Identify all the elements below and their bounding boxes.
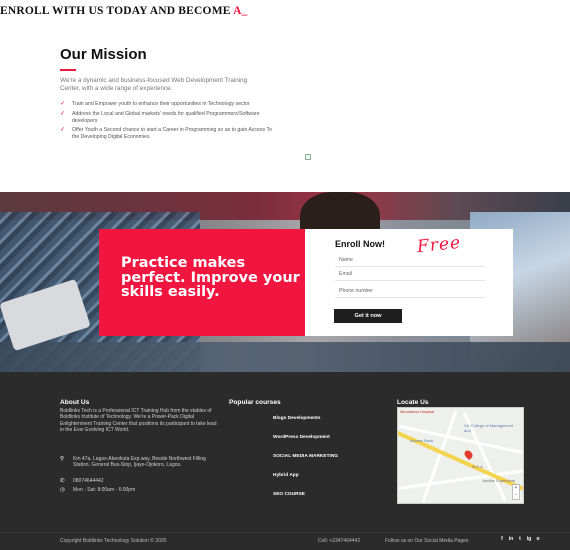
cell-text: Cell: +2347464442 (318, 538, 361, 544)
map-pin-icon (462, 448, 475, 461)
mission-title-underline (60, 69, 76, 71)
map-label: M.E.A (472, 464, 483, 469)
linkedin-icon[interactable]: in (508, 536, 514, 543)
phone-field[interactable]: Phone number (335, 286, 485, 298)
instagram-icon[interactable]: ig (526, 536, 532, 543)
course-link[interactable]: Hybrid App (273, 473, 299, 478)
practice-banner: Practice makes perfect. Improve your ski… (99, 229, 312, 336)
follow-text: Follow us on Our Social Media Pages (385, 538, 469, 544)
social-links: f in t ig o (499, 536, 541, 543)
phone-text: 08074644442 (73, 478, 104, 484)
phone-icon: ✆ (60, 478, 65, 484)
enroll-marquee: ENROLL WITH US TODAY AND BECOME A_ (0, 3, 570, 21)
about-us-heading: About Us (60, 399, 90, 406)
mission-section: Our Mission We're a dynamic and business… (60, 46, 280, 144)
course-link[interactable]: WordPress Development (273, 435, 330, 440)
clock-icon: ◷ (60, 487, 65, 493)
course-link[interactable]: SOCIAL MEDIA MARKETING (273, 454, 338, 459)
mission-intro: We're a dynamic and business-focused Web… (60, 77, 248, 92)
contact-phone[interactable]: ✆ 08074644442 (60, 478, 220, 484)
facebook-icon[interactable]: f (499, 536, 505, 543)
check-icon: ✓ (60, 127, 66, 134)
map-label: Jamilat Superstore (482, 478, 516, 483)
about-us-text: Boldlinks Tech is a Professional ICT Tra… (60, 408, 217, 434)
map-label: Vic College of Management and (464, 423, 514, 433)
marquee-accent-text: A_ (233, 5, 248, 17)
mission-list: ✓ Train and Empower youth to enhance thei… (60, 101, 280, 141)
check-icon: ✓ (60, 101, 66, 107)
enroll-form: Enroll Now! Free Name Email Phone number… (305, 229, 513, 336)
contact-address: ⚲ Km 47a, Lagos-Abeokuta Exp.way, Beside … (60, 456, 220, 469)
broken-image-icon (305, 154, 311, 160)
other-social-icon[interactable]: o (535, 536, 541, 543)
email-field[interactable]: Email (335, 269, 485, 281)
map-label: Access Bank (410, 438, 434, 443)
map-label: Mimaduna Hospital (400, 409, 435, 414)
address-text: Km 47a, Lagos-Abeokuta Exp.way, Beside N… (73, 456, 206, 469)
contact-hours: ◷ Mon - Sat: 8:00am - 6:00pm (60, 487, 220, 493)
course-link[interactable]: SEO COURSE (273, 492, 305, 497)
location-pin-icon: ⚲ (60, 456, 65, 462)
free-label: Free (416, 232, 462, 258)
mission-item-text: Train and Empower youth to enhance their… (72, 101, 250, 107)
get-it-now-button[interactable]: Get it now (334, 309, 402, 323)
mission-item-text: Address the Local and Global markets' ne… (72, 110, 260, 124)
mission-item: ✓ Offer Youth a Second chance to start a … (60, 127, 280, 141)
course-link[interactable]: Blogs Developments (273, 416, 320, 421)
hero-photo-bottom (0, 342, 570, 372)
copyright-text: Copyright Boldlinks Technology Solution … (60, 538, 167, 544)
mission-title: Our Mission (60, 46, 147, 63)
map-zoom-control[interactable]: + − (512, 484, 520, 500)
marquee-main-text: ENROLL WITH US TODAY AND BECOME (0, 5, 234, 17)
name-field[interactable]: Name (335, 255, 485, 267)
popular-courses-heading: Popular courses (229, 399, 281, 406)
footer-divider (0, 532, 570, 533)
mission-item: ✓ Train and Empower youth to enhance thei… (60, 101, 280, 108)
twitter-icon[interactable]: t (517, 536, 523, 543)
marquee-text: ENROLL WITH US TODAY AND BECOME A_ (0, 5, 248, 17)
location-map[interactable]: Mimaduna Hospital Vic College of Managem… (397, 407, 524, 504)
mission-item-text: Offer Youth a Second chance to start a C… (72, 127, 272, 141)
practice-text: Practice makes perfect. Improve your ski… (121, 255, 300, 300)
site-footer: About Us Boldlinks Tech is a Professiona… (0, 372, 570, 550)
enroll-title: Enroll Now! (335, 239, 385, 249)
locate-us-heading: Locate Us (397, 399, 429, 406)
hours-text: Mon - Sat: 8:00am - 6:00pm (73, 487, 136, 493)
mission-item: ✓ Address the Local and Global markets' n… (60, 111, 280, 125)
check-icon: ✓ (60, 110, 66, 117)
